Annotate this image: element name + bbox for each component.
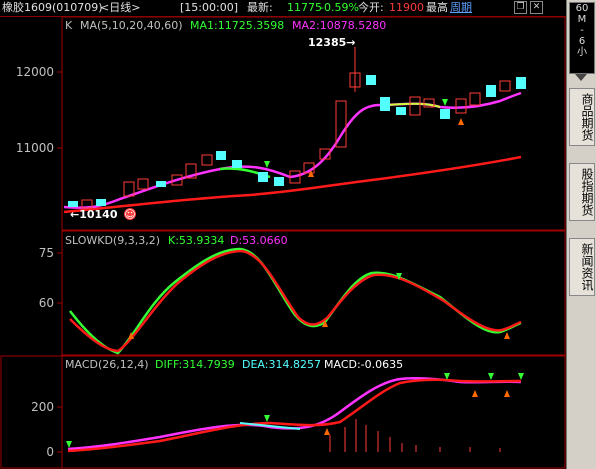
macd-diff-value: DIFF:314.7939	[155, 358, 235, 371]
candle	[516, 77, 526, 89]
right-sidebar: 60 M - 6 小 商品期货 股指期货 新闻资讯	[566, 0, 596, 469]
sell-signal-icon	[518, 373, 524, 380]
expand-arrow-icon[interactable]	[575, 74, 587, 81]
candle	[137, 178, 149, 190]
sell-signal-icon	[442, 99, 448, 106]
period-char-1: M	[577, 14, 587, 25]
ma1-value: MA1:11725.3598	[190, 19, 284, 32]
low-price-annotation: ←10140	[70, 208, 118, 221]
sell-signal-icon	[488, 373, 494, 380]
buy-signal-icon	[504, 332, 510, 339]
candle	[156, 181, 166, 187]
sell-signal-icon	[66, 441, 72, 448]
period-char-2: -	[580, 25, 584, 36]
main-indicator-label: K	[65, 19, 73, 32]
latest-value: 11775	[287, 1, 322, 14]
axis-label-60: 60	[39, 296, 54, 310]
candle	[380, 97, 390, 111]
period-link[interactable]: 周期	[450, 1, 472, 15]
open-value: 11900	[389, 1, 424, 14]
period-selector[interactable]: 60 M - 6 小	[569, 2, 595, 74]
candle	[409, 96, 421, 116]
candle	[258, 172, 268, 182]
axis-label-11000: 11000	[16, 141, 54, 155]
candle	[469, 92, 481, 106]
macd-macd-value: MACD:-0.0635	[324, 358, 403, 371]
candle	[201, 154, 213, 166]
ma-long-line	[63, 155, 522, 214]
kd-d-line	[69, 249, 522, 353]
axis-label-0: 0	[46, 445, 54, 459]
candle	[232, 160, 242, 168]
quote-header: 橡胶1609 (010709) <日线> [15:00:00] 最新: 1177…	[0, 0, 566, 17]
macd-indicator-name: MACD(26,12,4)	[65, 358, 149, 371]
period-label[interactable]: <日线>	[100, 1, 140, 15]
candle	[216, 151, 226, 160]
candle	[486, 85, 496, 97]
candle	[440, 109, 450, 119]
ma2-value: MA2:10878.5280	[292, 19, 386, 32]
buy-signal-icon	[504, 390, 510, 397]
ma-spec: MA(5,10,20,40,60)	[80, 19, 183, 32]
high-price-annotation: 12385→	[308, 36, 356, 49]
kd-k-value: K:53.9334	[168, 234, 224, 247]
high-label: 最高	[426, 1, 448, 14]
sell-signal-icon	[264, 161, 270, 168]
axis-label-200: 200	[31, 400, 54, 414]
tab-index-futures[interactable]: 股指期货	[569, 163, 595, 221]
macd-histogram	[329, 419, 501, 452]
change-percent: -0.59%	[320, 1, 359, 14]
instrument-code: (010709)	[52, 1, 103, 14]
candle	[96, 199, 106, 206]
macd-diff-line	[67, 376, 522, 451]
kd-k-line	[69, 247, 522, 355]
candle	[396, 107, 406, 115]
sell-signal-icon	[264, 415, 270, 422]
time-label: [15:00:00]	[180, 1, 238, 14]
latest-label: 最新:	[247, 1, 273, 14]
macd-panel-frame	[61, 355, 566, 469]
kd-panel-frame	[61, 230, 566, 356]
candles	[68, 47, 526, 209]
period-char-4: 小	[577, 47, 587, 58]
candle	[274, 177, 284, 186]
kline-chart[interactable]: 12000 11000 75 60 200 0 K MA(5,10,20,40,…	[0, 17, 566, 469]
axis-label-12000: 12000	[16, 65, 54, 79]
candle	[68, 201, 78, 207]
candle	[499, 80, 511, 92]
open-label: 今开:	[358, 1, 384, 14]
kd-d-value: D:53.0660	[230, 234, 288, 247]
tab-news[interactable]: 新闻资讯	[569, 238, 595, 296]
period-char-0: 60	[575, 3, 589, 14]
buy-signal-icon	[324, 428, 330, 435]
restore-button[interactable]: ❐	[514, 1, 527, 14]
buy-signal-icon	[458, 118, 464, 125]
close-button[interactable]: ✕	[530, 1, 543, 14]
candle	[366, 75, 376, 85]
buy-signal-icon	[472, 390, 478, 397]
macd-dea-value: DEA:314.8257	[242, 358, 321, 371]
tab-commodity-futures[interactable]: 商品期货	[569, 88, 595, 146]
axis-label-75: 75	[39, 246, 54, 260]
instrument-name: 橡胶1609	[2, 1, 52, 14]
smiley-glyph: ☺	[124, 208, 135, 221]
candle	[455, 98, 467, 114]
kd-indicator-name: SLOWKD(9,3,3,2)	[65, 234, 160, 247]
period-char-3: 6	[578, 36, 586, 47]
